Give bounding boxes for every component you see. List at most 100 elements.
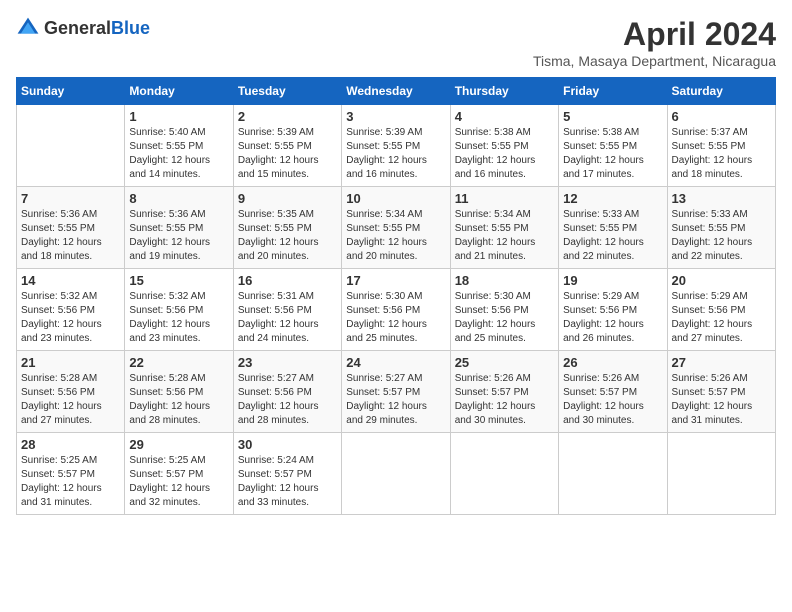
- calendar-day-cell: 2 Sunrise: 5:39 AMSunset: 5:55 PMDaylight…: [233, 105, 341, 187]
- day-number: 30: [238, 437, 337, 452]
- day-info: Sunrise: 5:30 AMSunset: 5:56 PMDaylight:…: [346, 290, 445, 346]
- calendar-header-cell: Monday: [125, 78, 233, 105]
- calendar-day-cell: 1 Sunrise: 5:40 AMSunset: 5:55 PMDaylight…: [125, 105, 233, 187]
- day-number: 17: [346, 273, 445, 288]
- calendar-header-cell: Sunday: [17, 78, 125, 105]
- calendar-day-cell: 18 Sunrise: 5:30 AMSunset: 5:56 PMDayligh…: [450, 269, 558, 351]
- title-area: April 2024 Tisma, Masaya Department, Nic…: [533, 16, 776, 69]
- subtitle: Tisma, Masaya Department, Nicaragua: [533, 53, 776, 69]
- day-info: Sunrise: 5:38 AMSunset: 5:55 PMDaylight:…: [455, 126, 554, 182]
- calendar-day-cell: [450, 433, 558, 515]
- calendar-day-cell: [17, 105, 125, 187]
- day-info: Sunrise: 5:28 AMSunset: 5:56 PMDaylight:…: [21, 372, 120, 428]
- day-number: 25: [455, 355, 554, 370]
- calendar-header-row: SundayMondayTuesdayWednesdayThursdayFrid…: [17, 78, 776, 105]
- day-info: Sunrise: 5:33 AMSunset: 5:55 PMDaylight:…: [672, 208, 771, 264]
- day-number: 22: [129, 355, 228, 370]
- day-info: Sunrise: 5:36 AMSunset: 5:55 PMDaylight:…: [21, 208, 120, 264]
- day-number: 5: [563, 109, 662, 124]
- calendar-day-cell: 28 Sunrise: 5:25 AMSunset: 5:57 PMDayligh…: [17, 433, 125, 515]
- calendar-day-cell: 14 Sunrise: 5:32 AMSunset: 5:56 PMDayligh…: [17, 269, 125, 351]
- day-number: 8: [129, 191, 228, 206]
- day-number: 19: [563, 273, 662, 288]
- day-info: Sunrise: 5:36 AMSunset: 5:55 PMDaylight:…: [129, 208, 228, 264]
- day-info: Sunrise: 5:32 AMSunset: 5:56 PMDaylight:…: [21, 290, 120, 346]
- day-info: Sunrise: 5:27 AMSunset: 5:56 PMDaylight:…: [238, 372, 337, 428]
- calendar-day-cell: 26 Sunrise: 5:26 AMSunset: 5:57 PMDayligh…: [559, 351, 667, 433]
- logo: GeneralBlue: [16, 16, 150, 40]
- day-number: 26: [563, 355, 662, 370]
- day-number: 21: [21, 355, 120, 370]
- day-number: 27: [672, 355, 771, 370]
- calendar-day-cell: [559, 433, 667, 515]
- day-info: Sunrise: 5:25 AMSunset: 5:57 PMDaylight:…: [21, 454, 120, 510]
- day-info: Sunrise: 5:26 AMSunset: 5:57 PMDaylight:…: [672, 372, 771, 428]
- day-info: Sunrise: 5:26 AMSunset: 5:57 PMDaylight:…: [563, 372, 662, 428]
- calendar-day-cell: 10 Sunrise: 5:34 AMSunset: 5:55 PMDayligh…: [342, 187, 450, 269]
- day-info: Sunrise: 5:28 AMSunset: 5:56 PMDaylight:…: [129, 372, 228, 428]
- calendar-day-cell: 25Sunrise: 5:26 AMSunset: 5:57 PMDayligh…: [450, 351, 558, 433]
- calendar-day-cell: 8 Sunrise: 5:36 AMSunset: 5:55 PMDaylight…: [125, 187, 233, 269]
- day-info: Sunrise: 5:29 AMSunset: 5:56 PMDaylight:…: [672, 290, 771, 346]
- calendar-day-cell: 19Sunrise: 5:29 AMSunset: 5:56 PMDayligh…: [559, 269, 667, 351]
- calendar-header-cell: Friday: [559, 78, 667, 105]
- day-number: 13: [672, 191, 771, 206]
- day-number: 1: [129, 109, 228, 124]
- calendar-day-cell: 13 Sunrise: 5:33 AMSunset: 5:55 PMDayligh…: [667, 187, 775, 269]
- day-number: 4: [455, 109, 554, 124]
- day-info: Sunrise: 5:27 AMSunset: 5:57 PMDaylight:…: [346, 372, 445, 428]
- calendar-day-cell: 9 Sunrise: 5:35 AMSunset: 5:55 PMDaylight…: [233, 187, 341, 269]
- day-number: 14: [21, 273, 120, 288]
- calendar-day-cell: 23 Sunrise: 5:27 AMSunset: 5:56 PMDayligh…: [233, 351, 341, 433]
- calendar-day-cell: 11 Sunrise: 5:34 AMSunset: 5:55 PMDayligh…: [450, 187, 558, 269]
- day-info: Sunrise: 5:39 AMSunset: 5:55 PMDaylight:…: [238, 126, 337, 182]
- day-number: 23: [238, 355, 337, 370]
- day-info: Sunrise: 5:40 AMSunset: 5:55 PMDaylight:…: [129, 126, 228, 182]
- calendar-header-cell: Tuesday: [233, 78, 341, 105]
- day-number: 9: [238, 191, 337, 206]
- calendar-day-cell: 15 Sunrise: 5:32 AMSunset: 5:56 PMDayligh…: [125, 269, 233, 351]
- day-info: Sunrise: 5:24 AMSunset: 5:57 PMDaylight:…: [238, 454, 337, 510]
- calendar-day-cell: 22 Sunrise: 5:28 AMSunset: 5:56 PMDayligh…: [125, 351, 233, 433]
- day-info: Sunrise: 5:34 AMSunset: 5:55 PMDaylight:…: [346, 208, 445, 264]
- logo-text: GeneralBlue: [44, 18, 150, 39]
- main-title: April 2024: [533, 16, 776, 53]
- calendar-day-cell: 7 Sunrise: 5:36 AMSunset: 5:55 PMDaylight…: [17, 187, 125, 269]
- calendar-day-cell: [667, 433, 775, 515]
- calendar-day-cell: 24Sunrise: 5:27 AMSunset: 5:57 PMDayligh…: [342, 351, 450, 433]
- calendar-week-row: 28 Sunrise: 5:25 AMSunset: 5:57 PMDayligh…: [17, 433, 776, 515]
- day-info: Sunrise: 5:38 AMSunset: 5:55 PMDaylight:…: [563, 126, 662, 182]
- day-number: 3: [346, 109, 445, 124]
- calendar-header-cell: Thursday: [450, 78, 558, 105]
- day-info: Sunrise: 5:32 AMSunset: 5:56 PMDaylight:…: [129, 290, 228, 346]
- calendar-day-cell: 6Sunrise: 5:37 AMSunset: 5:55 PMDaylight…: [667, 105, 775, 187]
- day-number: 11: [455, 191, 554, 206]
- day-info: Sunrise: 5:33 AMSunset: 5:55 PMDaylight:…: [563, 208, 662, 264]
- day-number: 29: [129, 437, 228, 452]
- day-number: 20: [672, 273, 771, 288]
- day-number: 28: [21, 437, 120, 452]
- day-info: Sunrise: 5:30 AMSunset: 5:56 PMDaylight:…: [455, 290, 554, 346]
- day-number: 10: [346, 191, 445, 206]
- day-info: Sunrise: 5:35 AMSunset: 5:55 PMDaylight:…: [238, 208, 337, 264]
- day-number: 7: [21, 191, 120, 206]
- calendar-day-cell: 17 Sunrise: 5:30 AMSunset: 5:56 PMDayligh…: [342, 269, 450, 351]
- calendar-week-row: 7 Sunrise: 5:36 AMSunset: 5:55 PMDaylight…: [17, 187, 776, 269]
- day-number: 15: [129, 273, 228, 288]
- calendar-day-cell: 12Sunrise: 5:33 AMSunset: 5:55 PMDayligh…: [559, 187, 667, 269]
- calendar-day-cell: 5 Sunrise: 5:38 AMSunset: 5:55 PMDaylight…: [559, 105, 667, 187]
- calendar-table: SundayMondayTuesdayWednesdayThursdayFrid…: [16, 77, 776, 515]
- day-number: 18: [455, 273, 554, 288]
- day-info: Sunrise: 5:39 AMSunset: 5:55 PMDaylight:…: [346, 126, 445, 182]
- day-number: 2: [238, 109, 337, 124]
- calendar-day-cell: 30 Sunrise: 5:24 AMSunset: 5:57 PMDayligh…: [233, 433, 341, 515]
- calendar-day-cell: 29 Sunrise: 5:25 AMSunset: 5:57 PMDayligh…: [125, 433, 233, 515]
- day-info: Sunrise: 5:34 AMSunset: 5:55 PMDaylight:…: [455, 208, 554, 264]
- calendar-day-cell: 4 Sunrise: 5:38 AMSunset: 5:55 PMDaylight…: [450, 105, 558, 187]
- calendar-week-row: 21 Sunrise: 5:28 AMSunset: 5:56 PMDayligh…: [17, 351, 776, 433]
- header: GeneralBlue April 2024 Tisma, Masaya Dep…: [16, 16, 776, 69]
- day-info: Sunrise: 5:37 AMSunset: 5:55 PMDaylight:…: [672, 126, 771, 182]
- calendar-day-cell: 21 Sunrise: 5:28 AMSunset: 5:56 PMDayligh…: [17, 351, 125, 433]
- day-info: Sunrise: 5:25 AMSunset: 5:57 PMDaylight:…: [129, 454, 228, 510]
- calendar-day-cell: 20 Sunrise: 5:29 AMSunset: 5:56 PMDayligh…: [667, 269, 775, 351]
